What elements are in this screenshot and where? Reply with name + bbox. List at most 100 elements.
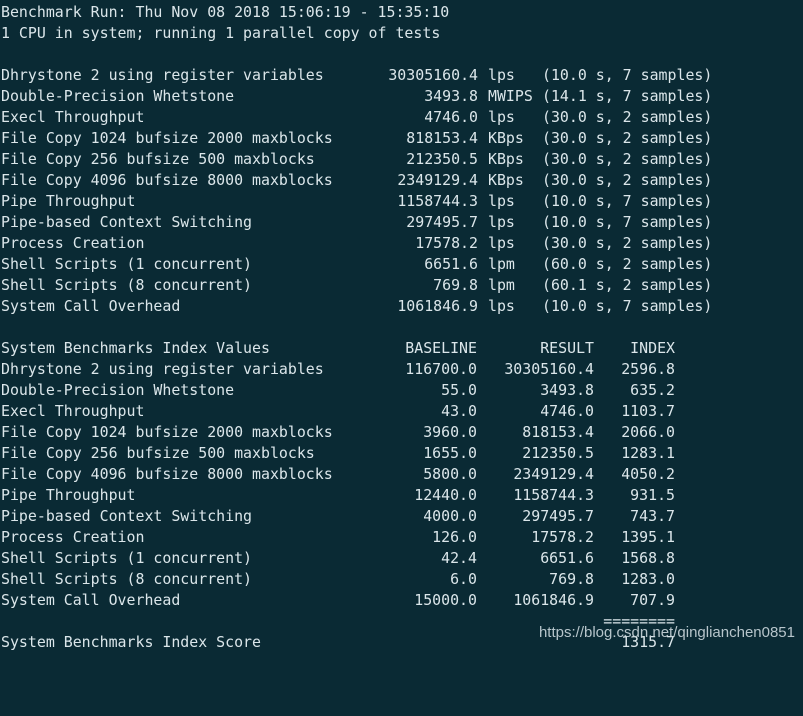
result-detail: (30.0 s, 2 samples): [542, 129, 713, 147]
result-unit: MWIPS: [488, 87, 533, 105]
index-row-index: 4050.2: [621, 465, 675, 483]
result-name: Shell Scripts (1 concurrent): [1, 255, 253, 273]
result-detail: (14.1 s, 7 samples): [542, 87, 713, 105]
index-row-name: System Call Overhead: [1, 591, 181, 609]
index-row-index: 2596.8: [621, 360, 675, 378]
result-name: Execl Throughput: [1, 108, 145, 126]
result-name: System Call Overhead: [1, 297, 181, 315]
result-name: Pipe Throughput: [1, 192, 136, 210]
result-unit: lpm: [488, 255, 515, 273]
index-column-header: INDEX: [630, 339, 675, 357]
index-row-name: Process Creation: [1, 528, 145, 546]
index-row-result: 17578.2: [531, 528, 594, 546]
result-unit: lps: [488, 213, 515, 231]
index-row-result: 6651.6: [540, 549, 594, 567]
result-name: File Copy 256 bufsize 500 maxblocks: [1, 150, 315, 168]
index-row-name: File Copy 1024 bufsize 2000 maxblocks: [1, 423, 333, 441]
result-value: 1158744.3: [397, 192, 478, 210]
index-row-name: Shell Scripts (8 concurrent): [1, 570, 253, 588]
index-row-baseline: 1655.0: [423, 444, 477, 462]
result-value: 4746.0: [424, 108, 478, 126]
index-row-result: 212350.5: [522, 444, 594, 462]
result-value: 30305160.4: [388, 66, 478, 84]
index-score-label: System Benchmarks Index Score: [1, 633, 261, 651]
index-row-name: Pipe Throughput: [1, 486, 136, 504]
result-detail: (30.0 s, 2 samples): [542, 171, 713, 189]
index-row-name: Pipe-based Context Switching: [1, 507, 253, 525]
result-detail: (60.0 s, 2 samples): [542, 255, 713, 273]
watermark-url: https://blog.csdn.net/qinglianchen0851: [538, 624, 795, 641]
index-row-name: Execl Throughput: [1, 402, 145, 420]
result-name: Pipe-based Context Switching: [1, 213, 253, 231]
index-row-name: Dhrystone 2 using register variables: [1, 360, 324, 378]
result-value: 212350.5: [406, 150, 478, 168]
index-row-result: 297495.7: [522, 507, 594, 525]
result-name: File Copy 1024 bufsize 2000 maxblocks: [1, 129, 333, 147]
index-row-index: 1103.7: [621, 402, 675, 420]
index-row-result: 2349129.4: [513, 465, 594, 483]
result-detail: (30.0 s, 2 samples): [542, 234, 713, 252]
terminal-output: Benchmark Run: Thu Nov 08 2018 15:06:19 …: [0, 0, 803, 655]
index-row-baseline: 116700.0: [405, 360, 477, 378]
result-unit: lps: [488, 108, 515, 126]
index-row-index: 743.7: [630, 507, 675, 525]
result-detail: (10.0 s, 7 samples): [542, 192, 713, 210]
result-column-header: RESULT: [540, 339, 594, 357]
index-row-baseline: 42.4: [441, 549, 477, 567]
index-row-baseline: 55.0: [441, 381, 477, 399]
benchmark-run-line: Benchmark Run: Thu Nov 08 2018 15:06:19 …: [1, 3, 450, 21]
result-value: 769.8: [433, 276, 478, 294]
index-row-name: Shell Scripts (1 concurrent): [1, 549, 253, 567]
index-row-index: 931.5: [630, 486, 675, 504]
index-row-result: 1061846.9: [513, 591, 594, 609]
index-row-index: 1283.1: [621, 444, 675, 462]
index-row-baseline: 6.0: [450, 570, 477, 588]
result-value: 818153.4: [406, 129, 478, 147]
index-row-index: 1283.0: [621, 570, 675, 588]
result-unit: KBps: [488, 150, 524, 168]
result-unit: lpm: [488, 276, 515, 294]
result-unit: lps: [488, 66, 515, 84]
index-row-baseline: 43.0: [441, 402, 477, 420]
index-row-baseline: 15000.0: [414, 591, 477, 609]
result-value: 1061846.9: [397, 297, 478, 315]
result-name: Shell Scripts (8 concurrent): [1, 276, 253, 294]
index-separator-line: ========: [1, 611, 675, 632]
result-name: Process Creation: [1, 234, 145, 252]
index-row-name: Double-Precision Whetstone: [1, 381, 235, 399]
index-row-result: 4746.0: [540, 402, 594, 420]
result-name: Double-Precision Whetstone: [1, 87, 235, 105]
index-row-result: 1158744.3: [513, 486, 594, 504]
index-row-result: 3493.8: [540, 381, 594, 399]
result-unit: lps: [488, 192, 515, 210]
result-detail: (10.0 s, 7 samples): [542, 66, 713, 84]
result-detail: (30.0 s, 2 samples): [542, 108, 713, 126]
cpu-info-line: 1 CPU in system; running 1 parallel copy…: [1, 24, 441, 42]
result-detail: (10.0 s, 7 samples): [542, 297, 713, 315]
result-value: 2349129.4: [397, 171, 478, 189]
index-row-index: 1395.1: [621, 528, 675, 546]
index-row-name: File Copy 256 bufsize 500 maxblocks: [1, 444, 315, 462]
index-score-line: System Benchmarks Index Score 1315.7: [1, 632, 675, 653]
index-row-result: 769.8: [549, 570, 594, 588]
result-unit: lps: [488, 234, 515, 252]
result-value: 6651.6: [424, 255, 478, 273]
index-table-title: System Benchmarks Index Values: [1, 339, 270, 357]
result-detail: (30.0 s, 2 samples): [542, 150, 713, 168]
result-value: 3493.8: [424, 87, 478, 105]
index-row-result: 818153.4: [522, 423, 594, 441]
index-row-baseline: 5800.0: [423, 465, 477, 483]
result-name: Dhrystone 2 using register variables: [1, 66, 324, 84]
result-unit: KBps: [488, 171, 524, 189]
index-row-baseline: 12440.0: [414, 486, 477, 504]
index-row-baseline: 3960.0: [423, 423, 477, 441]
index-row-index: 1568.8: [621, 549, 675, 567]
index-row-index: 635.2: [630, 381, 675, 399]
result-detail: (10.0 s, 7 samples): [542, 213, 713, 231]
index-row-name: File Copy 4096 bufsize 8000 maxblocks: [1, 465, 333, 483]
result-value: 17578.2: [415, 234, 478, 252]
result-value: 297495.7: [406, 213, 478, 231]
result-name: File Copy 4096 bufsize 8000 maxblocks: [1, 171, 333, 189]
result-detail: (60.1 s, 2 samples): [542, 276, 713, 294]
index-row-index: 2066.0: [621, 423, 675, 441]
